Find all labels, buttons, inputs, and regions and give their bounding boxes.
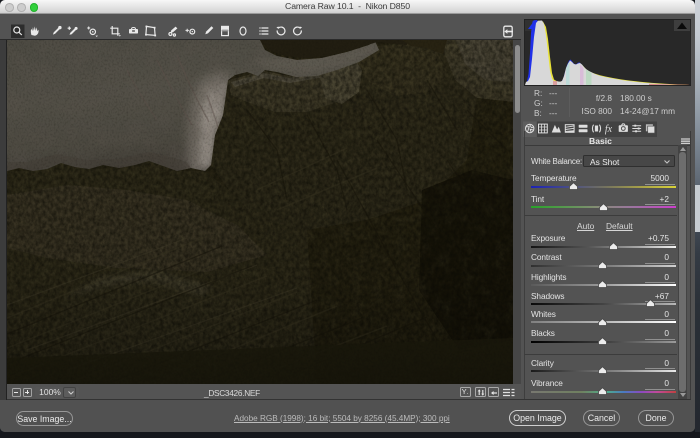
svg-text:fx: fx [605,124,613,135]
